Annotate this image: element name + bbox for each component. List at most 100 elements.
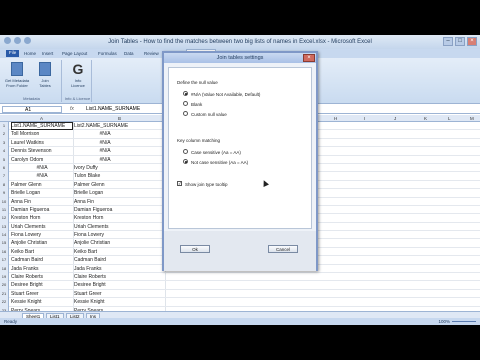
cell-b[interactable]: Cadman Baird — [74, 256, 164, 264]
null-option-custom[interactable]: Custom null value — [183, 111, 227, 118]
cell-a[interactable]: Uriah Clements — [11, 223, 73, 231]
row-number[interactable]: 5 — [0, 155, 9, 164]
row-number[interactable]: 7 — [0, 172, 9, 181]
cell-a[interactable]: Fiona Lowery — [11, 231, 73, 239]
cell-a[interactable]: #N/A — [11, 164, 73, 172]
tab-file[interactable]: File — [6, 50, 20, 57]
tab-page-layout[interactable]: Page Layout — [62, 51, 87, 56]
key-option-case-sensitive[interactable]: Case sensitive (Aa = AA) — [183, 149, 241, 156]
column-header[interactable]: H — [334, 116, 337, 121]
ok-button[interactable]: Ok — [180, 245, 210, 253]
cell-b[interactable]: Stuart Greer — [74, 290, 164, 298]
column-header[interactable]: J — [394, 116, 396, 121]
row-number[interactable]: 19 — [0, 273, 9, 282]
cell-a[interactable]: Anjolie Christian — [11, 239, 73, 247]
radio-selected-icon[interactable] — [183, 91, 188, 97]
radio-icon[interactable] — [183, 149, 188, 155]
column-header[interactable]: L — [448, 116, 451, 121]
cell-a[interactable]: Damian Figueroa — [11, 206, 73, 214]
fx-icon[interactable]: fx — [70, 106, 74, 113]
null-option-na[interactable]: #N/A (Value Not Available, Default) — [183, 91, 260, 98]
row-number[interactable]: 12 — [0, 214, 9, 223]
null-option-blank[interactable]: Blank — [183, 101, 202, 108]
checkbox-checked-icon[interactable]: ✓ — [177, 181, 182, 187]
row-number[interactable]: 10 — [0, 197, 9, 206]
row-number[interactable]: 20 — [0, 281, 9, 290]
row-number[interactable]: 17 — [0, 256, 9, 265]
cell-b[interactable]: Brielle Logan — [74, 189, 164, 197]
tab-insert[interactable]: Insert — [42, 51, 53, 56]
info-licence-button[interactable]: G Info Licence — [65, 62, 91, 88]
row-number[interactable]: 16 — [0, 247, 9, 257]
cell-a[interactable]: List1.NAME_SURNAME — [11, 122, 73, 130]
row-number[interactable]: 6 — [0, 163, 9, 173]
cell-a[interactable]: Kreston Horn — [11, 214, 73, 222]
row-number[interactable]: 8 — [0, 180, 9, 190]
cell-b[interactable]: List2.NAME_SURNAME — [74, 122, 164, 130]
cell-b[interactable]: #N/A — [74, 130, 136, 138]
cell-a[interactable]: Stuart Greer — [11, 290, 73, 298]
cell-a[interactable]: Kessie Knight — [11, 298, 73, 306]
cell-a[interactable]: Carolyn Odom — [11, 156, 73, 164]
row-number[interactable]: 22 — [0, 298, 9, 307]
cell-b[interactable]: #N/A — [74, 147, 136, 155]
cell-a[interactable]: Jada Franks — [11, 265, 73, 273]
cell-b[interactable]: Kessie Knight — [74, 298, 164, 306]
column-header[interactable]: A — [40, 116, 43, 121]
cell-a[interactable]: Desiree Bright — [11, 281, 73, 289]
cell-a[interactable]: Anna Fin — [11, 198, 73, 206]
row-number[interactable]: 3 — [0, 138, 9, 148]
cell-a[interactable]: Laurel Watkins — [11, 139, 73, 147]
cell-a[interactable]: Claire Roberts — [11, 273, 73, 281]
cell-b[interactable]: Keiko Bart — [74, 248, 164, 256]
name-box[interactable]: A1 — [2, 106, 62, 113]
tab-data[interactable]: Data — [124, 51, 134, 56]
cell-a[interactable]: Palmer Glenn — [11, 181, 73, 189]
row-number[interactable]: 15 — [0, 239, 9, 248]
row-number[interactable]: 11 — [0, 205, 9, 215]
cell-b[interactable]: Damian Figueroa — [74, 206, 164, 214]
cell-b[interactable]: Claire Roberts — [74, 273, 164, 281]
radio-icon[interactable] — [183, 101, 188, 107]
cell-b[interactable]: Fiona Lowery — [74, 231, 164, 239]
row-number[interactable]: 21 — [0, 289, 9, 299]
radio-selected-icon[interactable] — [183, 159, 188, 165]
radio-icon[interactable] — [183, 111, 188, 117]
cell-b[interactable]: Anjolie Christian — [74, 239, 164, 247]
cancel-button[interactable]: Cancel — [268, 245, 298, 253]
row-number[interactable]: 1 — [0, 122, 9, 131]
column-header[interactable]: I — [364, 116, 365, 121]
row-number[interactable]: 4 — [0, 147, 9, 156]
zoom-slider[interactable] — [452, 321, 476, 322]
cell-b[interactable]: Desiree Bright — [74, 281, 164, 289]
formula-input[interactable]: List1.NAME_SURNAME — [86, 106, 140, 113]
cell-b[interactable]: Tulon Blake — [74, 172, 164, 180]
cell-b[interactable]: Uriah Clements — [74, 223, 164, 231]
tab-formulas[interactable]: Formulas — [98, 51, 117, 56]
key-option-not-case-sensitive[interactable]: Not case sensitive (Aa = AA) — [183, 159, 248, 166]
column-header[interactable]: M — [470, 116, 474, 121]
column-header[interactable]: B — [118, 116, 121, 121]
cell-b[interactable]: #N/A — [74, 139, 136, 147]
row-number[interactable]: 13 — [0, 222, 9, 232]
cell-a[interactable]: Brielle Logan — [11, 189, 73, 197]
cell-a[interactable]: #N/A — [11, 172, 73, 180]
cell-a[interactable]: Toll Morrison — [11, 130, 73, 138]
row-number[interactable]: 18 — [0, 264, 9, 274]
cell-b[interactable]: Jada Franks — [74, 265, 164, 273]
cell-a[interactable]: Keiko Bart — [11, 248, 73, 256]
tab-home[interactable]: Home — [24, 51, 36, 56]
cell-a[interactable]: Cadman Baird — [11, 256, 73, 264]
tab-review[interactable]: Review — [144, 51, 159, 56]
close-window-button[interactable]: × — [467, 37, 477, 46]
show-tooltip-checkbox[interactable]: ✓ Show join type tooltip — [177, 181, 228, 188]
cell-b[interactable]: Anna Fin — [74, 198, 164, 206]
cell-b[interactable]: Ivory Duffy — [74, 164, 164, 172]
maximize-button[interactable]: □ — [455, 37, 465, 46]
row-number[interactable]: 9 — [0, 189, 9, 198]
cell-b[interactable]: #N/A — [74, 156, 136, 164]
cell-a[interactable]: Dennis Stevenson — [11, 147, 73, 155]
join-tables-button[interactable]: Join Tables — [32, 62, 58, 88]
cell-b[interactable]: Kreston Horn — [74, 214, 164, 222]
minimize-button[interactable]: – — [443, 37, 453, 46]
